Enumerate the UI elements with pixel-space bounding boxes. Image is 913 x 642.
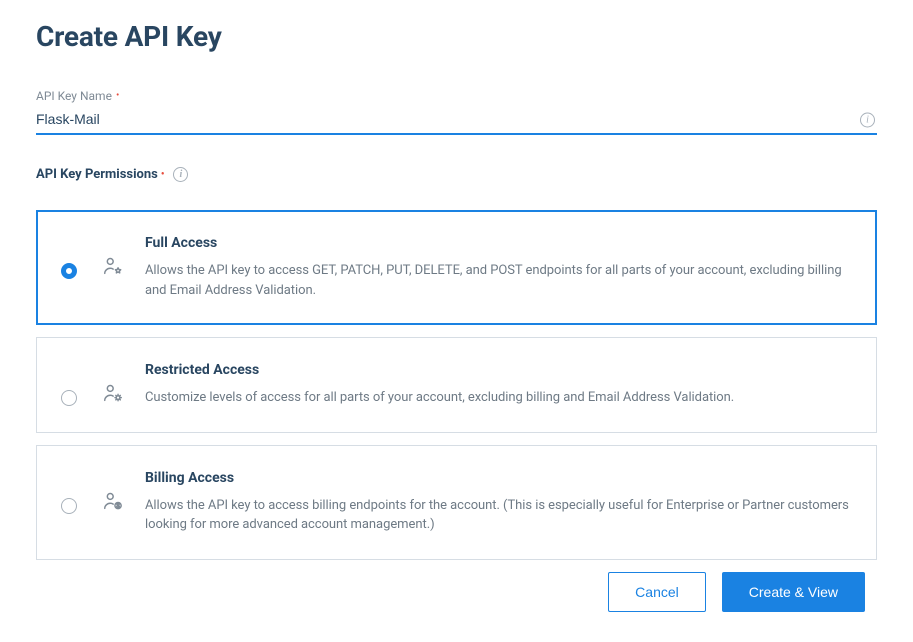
permission-option-billing-access[interactable]: Billing Access Allows the API key to acc… xyxy=(36,445,877,560)
option-title: Restricted Access xyxy=(145,362,852,378)
permission-options: Full Access Allows the API key to access… xyxy=(36,210,877,560)
page-title: Create API Key xyxy=(36,20,877,53)
permission-option-full-access[interactable]: Full Access Allows the API key to access… xyxy=(36,210,877,325)
footer-actions: Cancel Create & View xyxy=(608,572,865,612)
option-title: Full Access xyxy=(145,235,852,251)
info-icon[interactable]: i xyxy=(173,167,188,182)
radio-input[interactable] xyxy=(61,390,77,406)
permission-option-restricted-access[interactable]: Restricted Access Customize levels of ac… xyxy=(36,337,877,433)
cancel-button[interactable]: Cancel xyxy=(608,572,706,612)
option-title: Billing Access xyxy=(145,470,852,486)
api-key-name-field: API Key Name • i xyxy=(36,89,877,135)
user-star-icon xyxy=(95,255,131,277)
api-key-name-label-text: API Key Name xyxy=(36,89,112,103)
required-indicator-icon: • xyxy=(116,91,119,101)
api-key-name-label: API Key Name • xyxy=(36,89,877,103)
api-key-name-input[interactable] xyxy=(36,107,877,133)
radio-input[interactable] xyxy=(61,498,77,514)
required-indicator-icon: • xyxy=(161,170,165,180)
create-view-button[interactable]: Create & View xyxy=(722,572,865,612)
info-icon[interactable]: i xyxy=(860,113,875,128)
api-key-permissions-label: API Key Permissions • i xyxy=(36,167,877,182)
option-desc: Customize levels of access for all parts… xyxy=(145,388,852,408)
radio-input[interactable] xyxy=(61,263,77,279)
user-dollar-icon xyxy=(95,490,131,512)
api-key-permissions-label-text: API Key Permissions xyxy=(36,167,158,182)
user-gear-icon xyxy=(95,382,131,404)
option-desc: Allows the API key to access billing end… xyxy=(145,496,852,535)
option-desc: Allows the API key to access GET, PATCH,… xyxy=(145,261,852,300)
